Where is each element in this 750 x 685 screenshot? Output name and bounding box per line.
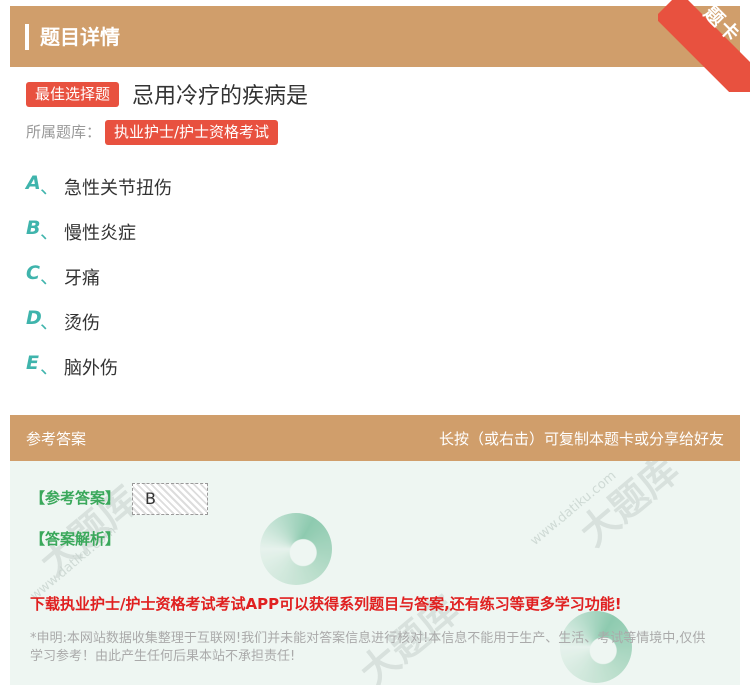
header-bar: 题目详情	[10, 6, 740, 67]
option-letter: B	[26, 217, 41, 239]
option-text: 慢性炎症	[64, 223, 136, 244]
option-separator: 、	[40, 356, 60, 378]
option-a[interactable]: A 、 急性关节扭伤	[26, 172, 426, 202]
answer-value: B	[132, 483, 208, 515]
question-type-badge: 最佳选择题	[26, 82, 120, 107]
option-b[interactable]: B 、 慢性炎症	[26, 217, 426, 247]
option-separator: 、	[40, 266, 60, 288]
option-text: 牙痛	[64, 268, 100, 289]
answer-section-bar: 参考答案 长按（或右击）可复制本题卡或分享给好友	[10, 415, 740, 461]
answer-section-title: 参考答案	[26, 430, 87, 448]
answer-label: 【参考答案】	[30, 489, 121, 507]
option-letter: E	[26, 352, 39, 374]
option-letter: A	[26, 172, 41, 194]
answer-panel: 大题库 大题库 大题库 www.datiku.com www.datiku.co…	[10, 461, 740, 685]
option-text: 脑外伤	[64, 358, 118, 379]
option-c[interactable]: C 、 牙痛	[26, 262, 426, 292]
app-download-promo[interactable]: 下载执业护士/护士资格考试考试APP可以获得系列题目与答案,还有练习等更多学习功…	[30, 593, 622, 614]
option-text: 烫伤	[64, 313, 100, 334]
option-text: 急性关节扭伤	[64, 178, 172, 199]
question-bank-tag[interactable]: 执业护士/护士资格考试	[105, 120, 279, 145]
option-separator: 、	[40, 176, 60, 198]
analysis-label: 【答案解析】	[30, 530, 121, 548]
question-bank-label: 所属题库：	[26, 123, 102, 141]
disclaimer-text: *申明:本网站数据收集整理于互联网!我们并未能对答案信息进行核对!本信息不能用于…	[30, 631, 706, 664]
corner-ribbon: 题卡	[658, 0, 750, 92]
header-accent-bar	[25, 24, 29, 50]
option-letter: C	[26, 262, 40, 284]
option-separator: 、	[40, 311, 60, 333]
option-separator: 、	[40, 221, 60, 243]
question-title: 忌用冷疗的疾病是	[132, 84, 309, 109]
option-d[interactable]: D 、 烫伤	[26, 307, 426, 337]
watermark-logo-icon	[260, 513, 332, 585]
copy-share-hint: 长按（或右击）可复制本题卡或分享给好友	[438, 430, 724, 448]
option-e[interactable]: E 、 脑外伤	[26, 352, 426, 382]
page-title: 题目详情	[40, 25, 120, 49]
